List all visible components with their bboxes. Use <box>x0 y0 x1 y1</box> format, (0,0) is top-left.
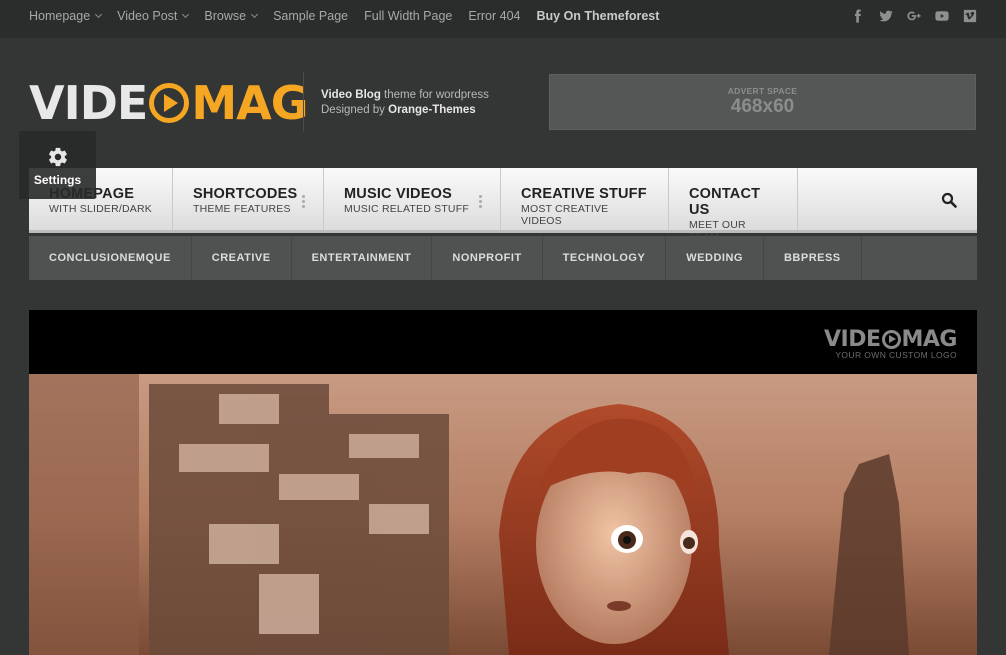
play-icon <box>149 83 190 123</box>
main-navigation: HOMEPAGE WITH SLIDER/DARK SHORTCODES THE… <box>29 168 977 243</box>
chevron-down-icon <box>251 10 259 19</box>
category-creative[interactable]: CREATIVE <box>192 236 292 280</box>
top-nav-error-404[interactable]: Error 404 <box>468 9 520 23</box>
video-watermark-logo: VIDE MAG YOUR OWN CUSTOM LOGO <box>824 327 958 360</box>
logo-divider <box>303 72 304 132</box>
category-bbpress[interactable]: BBPRESS <box>764 236 862 280</box>
top-nav-video-post[interactable]: Video Post <box>117 9 190 23</box>
top-nav-browse[interactable]: Browse <box>204 9 259 23</box>
main-nav-shortcodes[interactable]: SHORTCODES THEME FEATURES <box>173 168 324 230</box>
submenu-dots-icon <box>479 195 482 210</box>
top-nav-homepage[interactable]: Homepage <box>29 9 103 23</box>
main-nav-music-videos[interactable]: MUSIC VIDEOS MUSIC RELATED STUFF <box>324 168 501 230</box>
vimeo-icon[interactable] <box>962 8 978 24</box>
top-bar: Homepage Video Post Browse Sample Page F… <box>0 0 1006 38</box>
video-frame-image <box>29 374 977 655</box>
youtube-icon[interactable] <box>934 8 950 24</box>
main-nav-contact-us[interactable]: CONTACT US MEET OUR TEAM <box>669 168 798 243</box>
top-nav-full-width-page[interactable]: Full Width Page <box>364 9 452 23</box>
twitter-icon[interactable] <box>878 8 894 24</box>
chevron-down-icon <box>182 10 190 19</box>
social-links <box>850 8 978 24</box>
advert-banner[interactable]: ADVERT SPACE 468x60 <box>549 74 976 130</box>
google-plus-icon[interactable] <box>906 8 922 24</box>
category-wedding[interactable]: WEDDING <box>666 236 764 280</box>
category-conclusionemque[interactable]: CONCLUSIONEMQUE <box>29 236 192 280</box>
chevron-down-icon <box>95 10 103 19</box>
category-nonprofit[interactable]: NONPROFIT <box>432 236 543 280</box>
featured-video-player[interactable]: VIDE MAG YOUR OWN CUSTOM LOGO <box>29 310 977 655</box>
submenu-dots-icon <box>302 195 305 210</box>
category-entertainment[interactable]: ENTERTAINMENT <box>292 236 433 280</box>
site-tagline: Video Blog theme for wordpress Designed … <box>321 89 489 116</box>
search-icon[interactable] <box>941 192 957 208</box>
category-navigation: CONCLUSIONEMQUE CREATIVE ENTERTAINMENT N… <box>29 236 977 280</box>
category-technology[interactable]: TECHNOLOGY <box>543 236 667 280</box>
main-nav-creative-stuff[interactable]: CREATIVE STUFF MOST CREATIVE VIDEOS <box>501 168 669 230</box>
gear-icon <box>48 147 67 167</box>
play-icon <box>881 330 901 349</box>
top-nav-sample-page[interactable]: Sample Page <box>273 9 348 23</box>
top-navigation: Homepage Video Post Browse Sample Page F… <box>29 9 675 23</box>
site-logo[interactable]: VIDE MAG <box>29 76 308 130</box>
settings-panel-toggle[interactable]: Settings <box>19 131 96 199</box>
top-nav-buy-themeforest[interactable]: Buy On Themeforest <box>536 9 659 23</box>
facebook-icon[interactable] <box>850 8 866 24</box>
